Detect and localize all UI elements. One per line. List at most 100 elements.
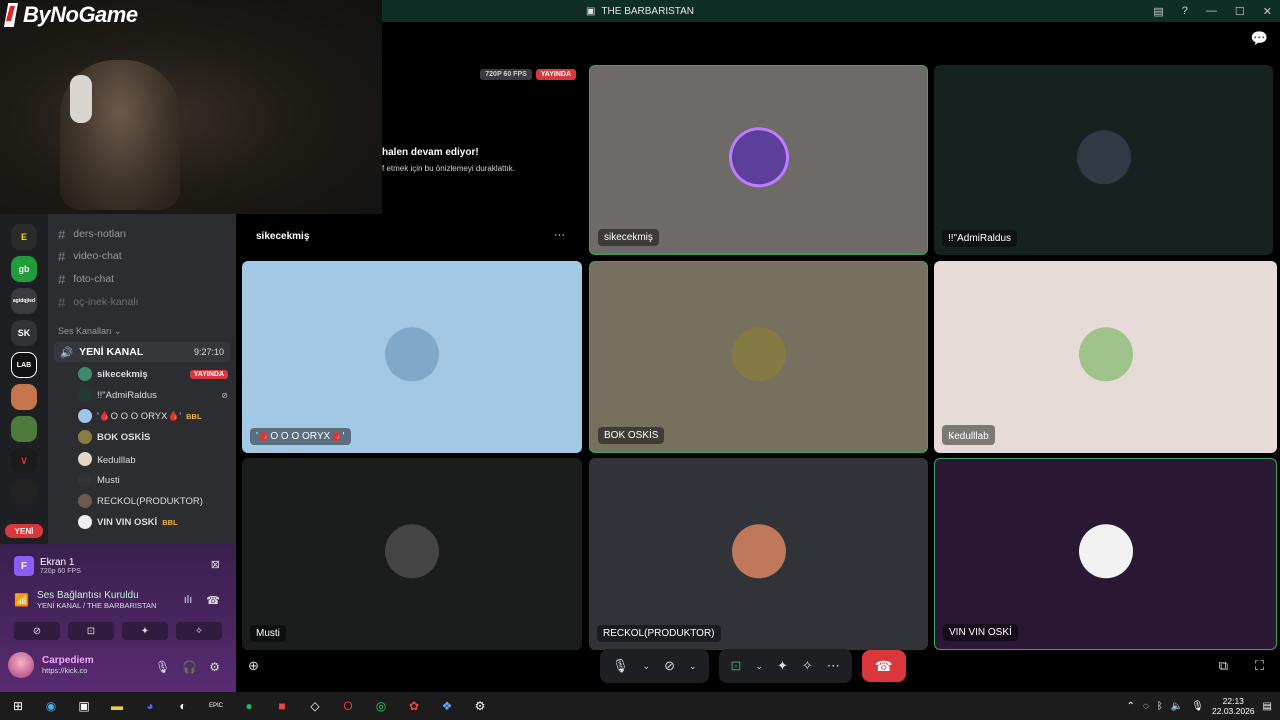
noise-icon[interactable]: ılı	[184, 594, 193, 607]
video-off-button[interactable]: ⊘	[14, 622, 60, 640]
clock[interactable]: 22:13 22.03.2026	[1212, 696, 1255, 716]
voice-user[interactable]: VIN VIN OSKİ BBL	[78, 512, 228, 532]
server-icon[interactable]: SK	[11, 320, 37, 346]
text-channel[interactable]: # video-chat	[58, 246, 122, 266]
windows-start-icon[interactable]: ⊞	[8, 696, 28, 716]
settings-icon[interactable]: ⚙	[470, 696, 490, 716]
steam-icon[interactable]: ◐	[173, 696, 193, 716]
video-tile[interactable]: BOK OSKİS	[589, 261, 928, 453]
video-tile[interactable]: !!"AdmiRaldus	[934, 65, 1273, 255]
hash-icon: #	[58, 271, 66, 287]
bluetooth-icon[interactable]: ᛒ	[1157, 701, 1163, 712]
epic-icon[interactable]: EPIC	[206, 696, 226, 716]
voice-user[interactable]: Ꝃedulllab	[78, 449, 228, 469]
app-icon[interactable]: ❖	[437, 696, 457, 716]
activity-button[interactable]: ✦	[122, 622, 168, 640]
soundboard-button[interactable]: ✧	[176, 622, 222, 640]
app-icon[interactable]: ■	[272, 696, 292, 716]
avatar	[78, 515, 92, 529]
chevron-down-icon[interactable]: ⌄	[689, 661, 697, 672]
mic-icon[interactable]: 🎙	[612, 658, 629, 674]
headphones-icon[interactable]: 🎧	[182, 660, 197, 674]
server-icon[interactable]: LAB	[11, 352, 37, 378]
text-channel[interactable]: # ders-notları	[58, 224, 126, 244]
headphones	[70, 75, 92, 123]
server-icon[interactable]	[11, 416, 37, 442]
opera-icon[interactable]: O	[338, 696, 358, 716]
video-tile[interactable]: Musti	[242, 458, 582, 650]
chat-icon[interactable]: 💬	[1251, 30, 1268, 47]
window-title: THE BARBARISTAN	[601, 5, 695, 17]
tile-name: Ꝃedulllab	[942, 425, 995, 445]
voice-user[interactable]: '🩸O O O ORYX🩸' BBL	[78, 406, 228, 426]
server-icon[interactable]: V	[11, 448, 37, 474]
screen-share-button[interactable]: ⊡	[68, 622, 114, 640]
hash-icon: #	[58, 248, 66, 264]
server-icon[interactable]: E	[11, 224, 37, 250]
close-button[interactable]: ✕	[1263, 5, 1272, 18]
avatar	[78, 388, 92, 402]
end-call-button[interactable]: ☎	[861, 650, 906, 682]
voice-section-header[interactable]: Ses Kanalları ⌄	[58, 326, 122, 337]
activity-controls: ⊡ ⌄ ✦ ✧ ⋯	[718, 649, 852, 683]
store-icon[interactable]: ▣	[74, 696, 94, 716]
screen-share-icon[interactable]: ⊡	[731, 658, 742, 674]
voice-user[interactable]: BOK OSKİS	[78, 427, 228, 447]
voice-user[interactable]: sikecekmiş YAYINDA	[78, 364, 228, 384]
voice-channel[interactable]: 🔊 YENİ KANAL 9:27:10	[54, 342, 230, 362]
edge-icon[interactable]: ◉	[41, 696, 61, 716]
chevron-up-icon[interactable]: ⌃	[1127, 701, 1135, 712]
fullscreen-icon[interactable]: ⛶	[1255, 658, 1264, 674]
video-tile[interactable]: RECKOL(PRODUKTOR)	[589, 458, 928, 650]
avatar	[8, 652, 34, 678]
mic-icon[interactable]: 🎙	[155, 660, 170, 674]
text-channel[interactable]: # foto-chat	[58, 269, 114, 289]
inbox-icon[interactable]: ▤	[1153, 5, 1163, 18]
settings-icon[interactable]: ⚙	[209, 660, 220, 674]
server-icon[interactable]: gb	[11, 256, 37, 282]
spotify-icon[interactable]: ●	[239, 696, 259, 716]
discord-icon[interactable]: ◕	[140, 696, 160, 716]
voice-user[interactable]: !!"AdmiRaldus ⊘	[78, 385, 228, 405]
voice-user[interactable]: Musti	[78, 470, 228, 490]
app-icon[interactable]: ◇	[305, 696, 325, 716]
invite-icon[interactable]: ⊕	[248, 658, 259, 674]
avatar	[1078, 524, 1133, 579]
text-channel[interactable]: # oç-inek-kanalı	[58, 292, 139, 312]
camera-off-icon[interactable]: ⊘	[664, 658, 675, 674]
popout-icon[interactable]: ⧉	[1219, 658, 1228, 674]
chevron-down-icon[interactable]: ⌄	[643, 661, 651, 672]
server-list: E gb agtdqjied SK LAB V YENİ	[0, 214, 48, 544]
video-tile[interactable]: Ꝃedulllab	[934, 261, 1277, 453]
maximize-button[interactable]: ☐	[1235, 5, 1245, 18]
tile-name: VIN VIN OSKİ	[943, 624, 1018, 641]
stop-share-button[interactable]: ⊠	[211, 558, 220, 571]
tile-name: BOK OSKİS	[598, 427, 665, 444]
server-icon[interactable]	[11, 384, 37, 410]
notifications-icon[interactable]: ▤	[1263, 701, 1272, 712]
avatar	[78, 430, 92, 444]
signal-icon: 📶	[14, 593, 29, 607]
chevron-down-icon[interactable]: ⌄	[755, 661, 763, 672]
minimize-button[interactable]: —	[1206, 5, 1217, 17]
volume-icon[interactable]: 🔈	[1171, 701, 1183, 712]
user-info[interactable]: Carpediem https://kick.co	[8, 652, 94, 678]
hash-icon: #	[58, 294, 66, 310]
voice-user[interactable]: RECKOL(PRODUKTOR)	[78, 491, 228, 511]
video-tile[interactable]: VIN VIN OSKİ	[934, 458, 1277, 650]
disconnect-icon[interactable]: ☎	[206, 594, 220, 607]
tile-name: sikecekmiş	[598, 229, 659, 246]
soundboard-icon[interactable]: ✧	[802, 658, 813, 674]
video-tile[interactable]: '🩸O O O ORYX🩸'	[242, 261, 582, 453]
folder-icon[interactable]: ▬	[107, 696, 127, 716]
server-icon[interactable]	[11, 480, 37, 506]
mic-icon[interactable]: 🎙	[1191, 701, 1204, 712]
server-icon[interactable]: agtdqjied	[11, 288, 37, 314]
whatsapp-icon[interactable]: ◎	[371, 696, 391, 716]
app-icon[interactable]: ✿	[404, 696, 424, 716]
more-icon[interactable]: ⋯	[827, 658, 840, 674]
help-icon[interactable]: ?	[1182, 5, 1188, 17]
network-icon[interactable]: ◌	[1143, 701, 1149, 712]
video-tile[interactable]: sikecekmiş	[589, 65, 928, 255]
activity-icon[interactable]: ✦	[777, 658, 788, 674]
